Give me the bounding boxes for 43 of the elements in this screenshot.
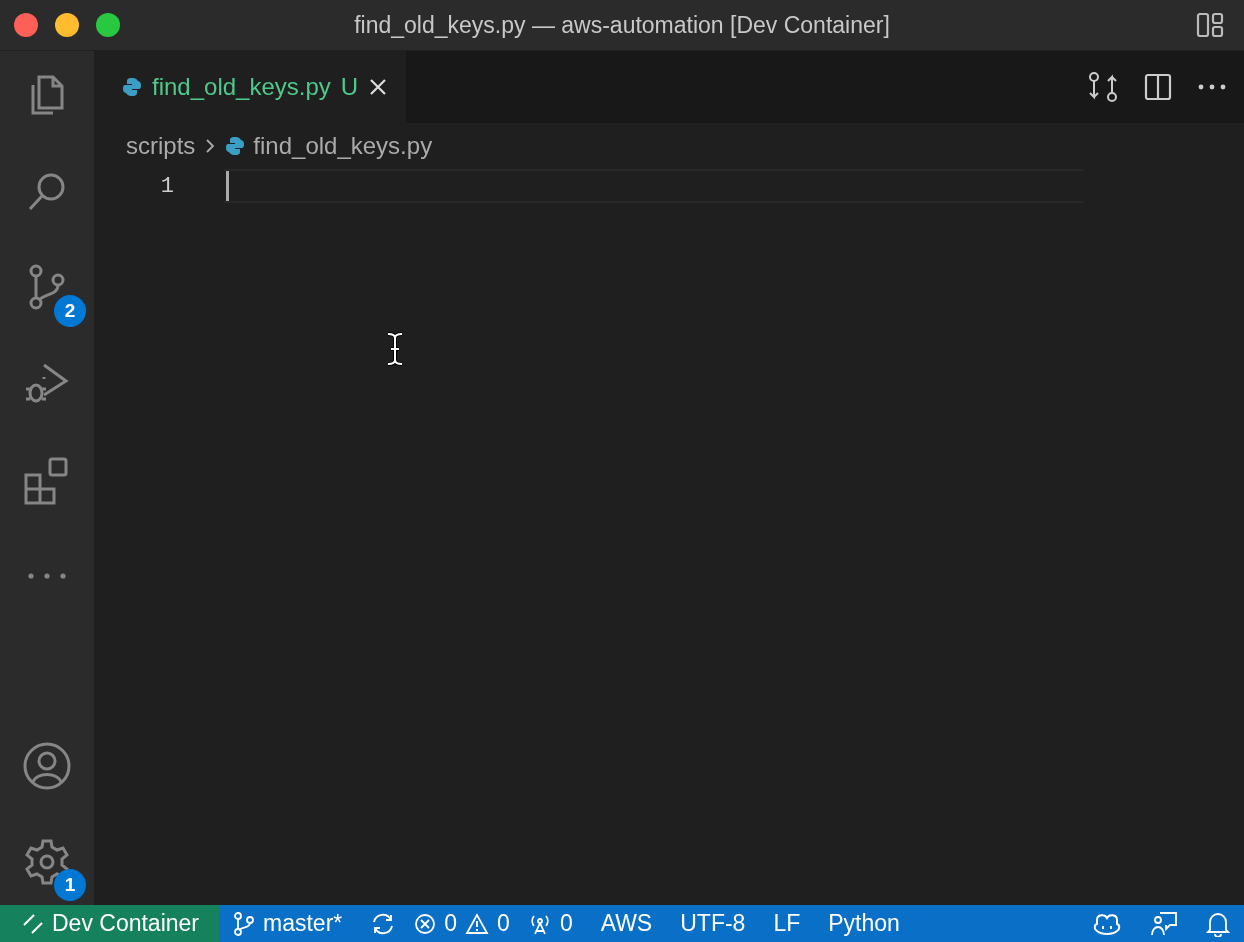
remote-icon: [22, 912, 44, 935]
errors-indicator[interactable]: 0: [410, 905, 462, 942]
ports-indicator[interactable]: 0: [513, 905, 587, 942]
status-item[interactable]: UTF-8: [666, 905, 760, 942]
editor-tab[interactable]: find_old_keys.py U: [94, 51, 407, 123]
account-icon[interactable]: [22, 741, 72, 791]
zoom-window-button[interactable]: [96, 13, 120, 37]
layout-icon[interactable]: [1196, 12, 1224, 38]
copilot-icon[interactable]: [1092, 911, 1122, 936]
error-icon: [414, 912, 437, 935]
python-file-icon: [122, 77, 142, 97]
branch-indicator[interactable]: master*: [219, 905, 357, 942]
window-title: find_old_keys.py — aws-automation [Dev Container]: [354, 11, 890, 39]
warning-count: 0: [497, 910, 510, 937]
ports-count: 0: [559, 910, 573, 937]
notification-badge: 1: [54, 869, 86, 901]
remote-label: Dev Container: [52, 910, 200, 937]
branch-name: master*: [263, 910, 343, 937]
bell-icon[interactable]: [1206, 910, 1230, 937]
compare-changes-icon[interactable]: [1088, 71, 1118, 103]
warning-icon: [465, 912, 490, 935]
status-item[interactable]: AWS: [586, 905, 667, 942]
close-window-button[interactable]: [14, 13, 38, 37]
split-editor-icon[interactable]: [1144, 73, 1172, 101]
close-icon[interactable]: [368, 77, 389, 97]
text-cursor: [226, 170, 229, 202]
error-count: 0: [444, 910, 458, 937]
tab-label: find_old_keys.py: [152, 73, 331, 101]
line-number: 1: [159, 173, 174, 199]
more-icon[interactable]: [27, 573, 67, 579]
remote-indicator[interactable]: Dev Container: [0, 905, 220, 942]
minimize-window-button[interactable]: [55, 13, 79, 37]
more-actions-icon[interactable]: [1198, 83, 1226, 91]
untracked-status: U: [340, 73, 359, 101]
warnings-indicator[interactable]: 0: [461, 905, 514, 942]
breadcrumb-item[interactable]: find_old_keys.py: [253, 132, 433, 160]
status-item[interactable]: Python: [814, 905, 914, 942]
notification-badge: 2: [54, 295, 86, 327]
feedback-icon[interactable]: [1150, 910, 1178, 937]
breadcrumb-item[interactable]: scripts: [126, 132, 196, 160]
python-file-icon: [225, 136, 246, 156]
status-item[interactable]: LF: [759, 905, 815, 942]
branch-icon: [233, 911, 256, 936]
